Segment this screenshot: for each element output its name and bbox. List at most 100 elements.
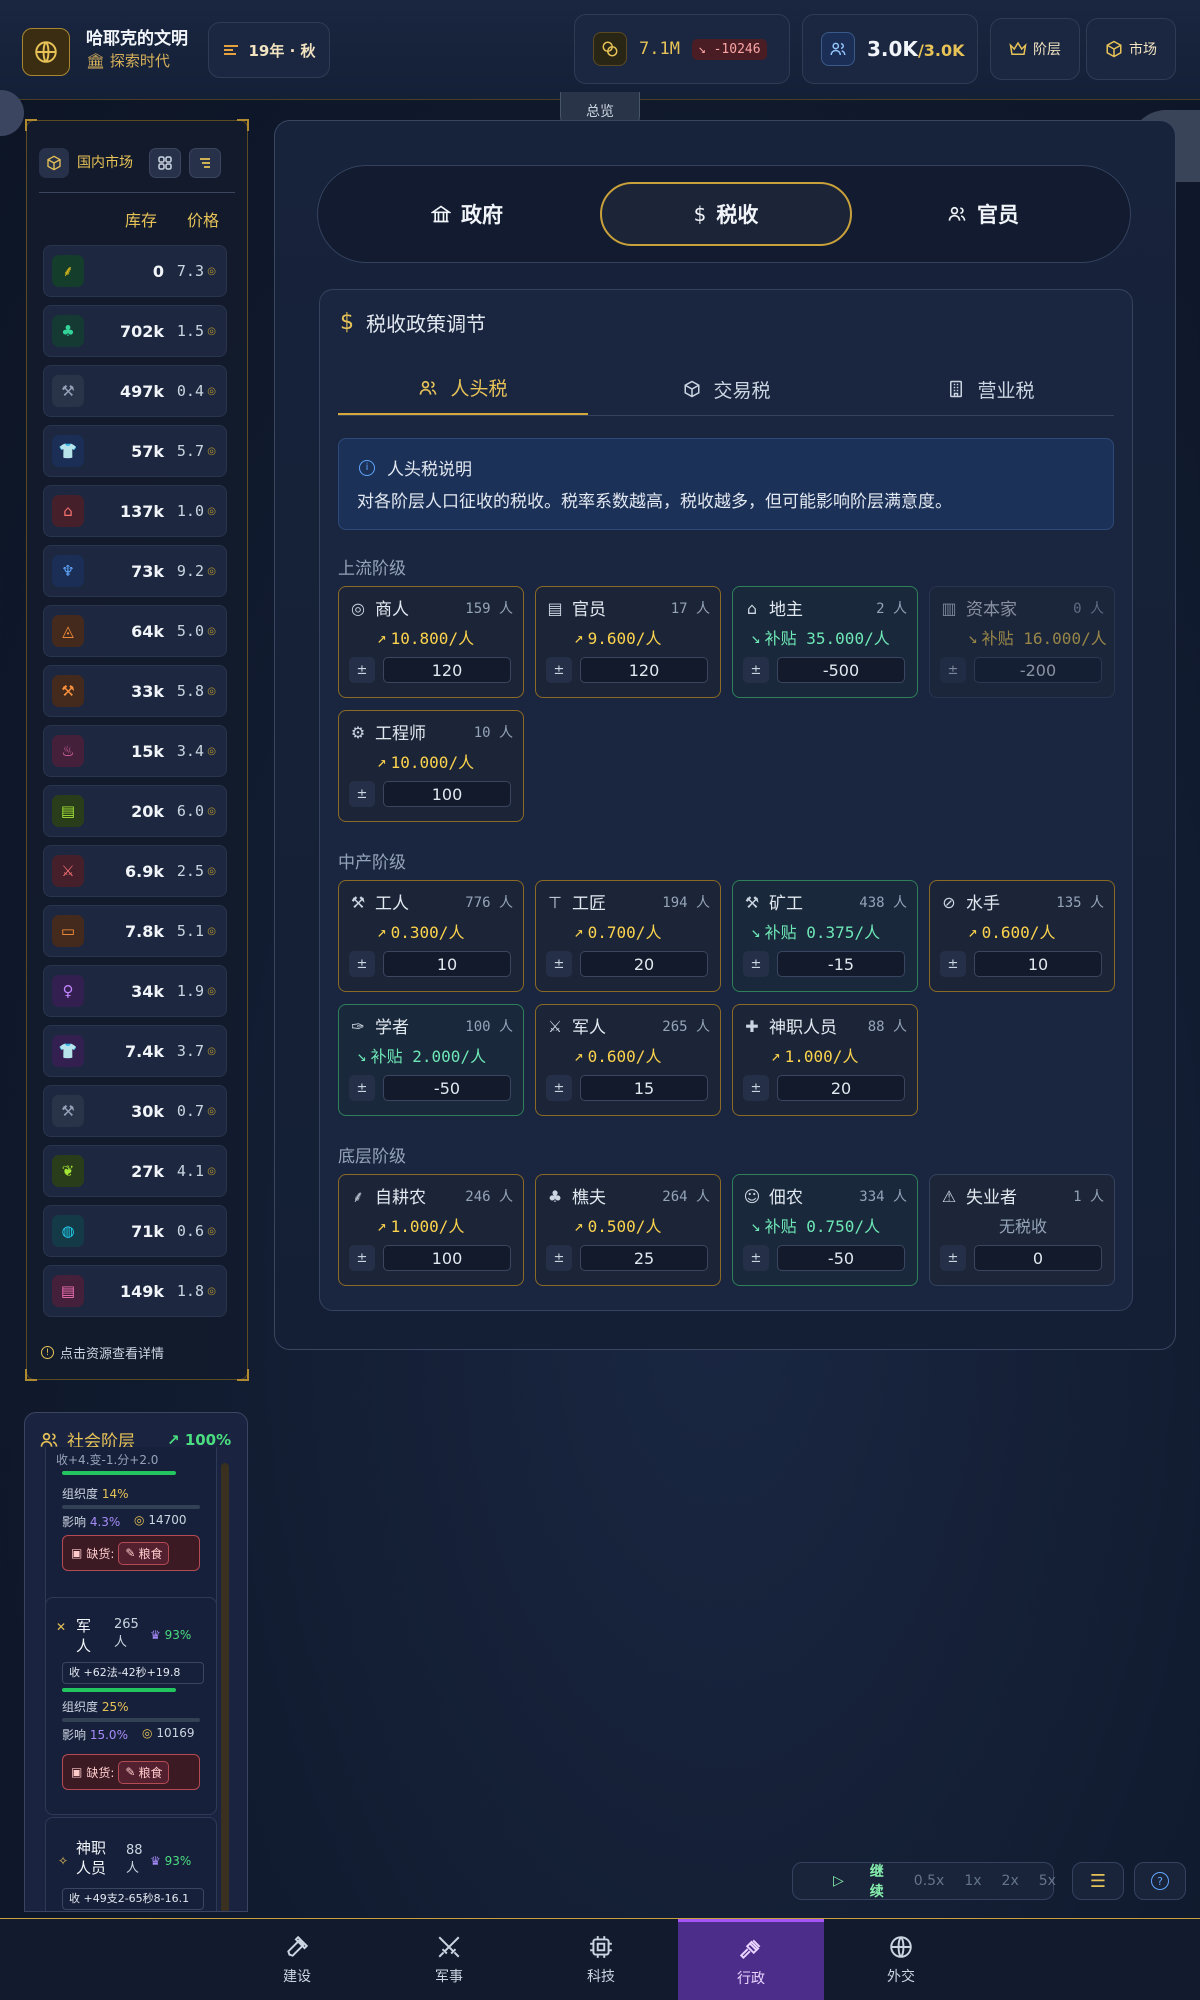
plus-minus-button[interactable]: ± [743,951,769,977]
resource-row[interactable]: ⚒ 497k 0.4 ◎ [43,365,227,417]
plus-minus-button[interactable]: ± [349,657,375,683]
subtab-trade-tax[interactable]: 交易税 [602,362,852,416]
tax-coefficient-input[interactable]: -50 [777,1245,905,1271]
tax-card-pickaxe[interactable]: ⚒ 矿工 438 人 ↘ 补贴 0.375/人 ± -15 [732,880,918,992]
plus-minus-button[interactable]: ± [940,951,966,977]
gold-pill[interactable]: 7.1M ↘ -10246 [574,14,790,84]
resource-row[interactable]: ⚒ 33k 5.8 ◎ [43,665,227,717]
help-button[interactable]: ? [1134,1862,1186,1900]
tax-card-feather[interactable]: ✑ 学者 100 人 ↘ 补贴 2.000/人 ± -50 [338,1004,524,1116]
tax-card-crossed-swords[interactable]: ⚔ 军人 265 人 ↗ 0.600/人 ±15 [535,1004,721,1116]
tax-card-cross[interactable]: ✚ 神职人员 88 人 ↗ 1.000/人 ±20 [732,1004,918,1116]
tax-coefficient-input[interactable]: 100 [383,781,511,807]
resource-row[interactable]: ♆ 73k 9.2 ◎ [43,545,227,597]
speed-2x-button[interactable]: 2x [992,1873,1029,1889]
tax-card-compass[interactable]: ⊘ 水手 135 人 ↗ 0.600/人 ±10 [929,880,1115,992]
nav-military[interactable]: 军事 [376,1919,522,2000]
resume-button[interactable]: ▷ 继续 [793,1861,904,1901]
resource-row[interactable]: ◬ 64k 5.0 ◎ [43,605,227,657]
tax-card-wheat[interactable]: ⸙ 自耕农 246 人 ↗ 1.000/人 ±100 [338,1174,524,1286]
strata-scrollbar[interactable] [221,1463,229,1911]
resource-row[interactable]: 👕 57k 5.7 ◎ [43,425,227,477]
strata-card-soldier[interactable]: ✕ 军人 265 人 ♛ 93% 收 +62法-42秒+19.8 组织度 25%… [45,1597,217,1815]
plus-minus-button[interactable]: ± [349,951,375,977]
menu-button[interactable]: ☰ [1072,1862,1124,1900]
speed-5x-button[interactable]: 5x [1029,1873,1066,1889]
tax-card-factory[interactable]: ▥ 资本家 0 人 ↘ 补贴 16.000/人 ± -200 [929,586,1115,698]
plus-minus-button[interactable]: ± [546,1075,572,1101]
tax-card-cog[interactable]: ⚙ 工程师 10 人 ↗ 10.000/人 ±100 [338,710,524,822]
resource-row[interactable]: ⚒ 30k 0.7 ◎ [43,1085,227,1137]
shortage-button[interactable]: ▣ 缺货: ✎ 粮食 [62,1754,200,1790]
population-pill[interactable]: 3.0K/3.0K [802,14,978,84]
resource-row[interactable]: ♨ 15k 3.4 ◎ [43,725,227,777]
speed-0-5x-button[interactable]: 0.5x [904,1873,955,1889]
tab-officials[interactable]: 官员 [874,182,1092,246]
resource-row[interactable]: ♀ 34k 1.9 ◎ [43,965,227,1017]
resource-row[interactable]: ❦ 27k 4.1 ◎ [43,1145,227,1197]
resource-row[interactable]: ▭ 7.8k 5.1 ◎ [43,905,227,957]
subtab-business-tax[interactable]: 营业税 [866,362,1116,416]
tax-coefficient-input[interactable]: -500 [777,657,905,683]
tax-coefficient-input[interactable]: 10 [974,951,1102,977]
tab-government[interactable]: 政府 [358,182,576,246]
speed-1x-button[interactable]: 1x [954,1873,991,1889]
gold-delta: ↘ -10246 [691,38,767,60]
nav-tech[interactable]: 科技 [528,1919,674,2000]
resource-row[interactable]: ⌂ 137k 1.0 ◎ [43,485,227,537]
date-pill[interactable]: 19年 · 秋 [208,22,330,78]
tax-card-users[interactable]: ☺ 佃农 334 人 ↘ 补贴 0.750/人 ± -50 [732,1174,918,1286]
plus-minus-button[interactable]: ± [743,1075,769,1101]
plus-minus-button[interactable]: ± [940,1245,966,1271]
era-text: 探索时代 [109,52,170,70]
tax-card-hammer[interactable]: ⚒ 工人 776 人 ↗ 0.300/人 ±10 [338,880,524,992]
tax-coefficient-input[interactable]: 20 [580,951,708,977]
tab-tax[interactable]: $ 税收 [600,182,852,246]
tax-coefficient-input[interactable]: 20 [777,1075,905,1101]
tax-coefficient-input[interactable]: 120 [580,657,708,683]
tax-coefficient-input[interactable]: 25 [580,1245,708,1271]
resource-row[interactable]: ⚔ 6.9k 2.5 ◎ [43,845,227,897]
subtab-head-tax[interactable]: 人头税 [338,362,588,416]
tax-card-anvil[interactable]: ⊤ 工匠 194 人 ↗ 0.700/人 ±20 [535,880,721,992]
plus-minus-button[interactable]: ± [743,657,769,683]
tax-coefficient-input[interactable]: 120 [383,657,511,683]
list-view-button[interactable] [189,147,221,178]
plus-minus-button[interactable]: ± [349,781,375,807]
nav-build[interactable]: 建设 [224,1919,370,2000]
plus-minus-button[interactable]: ± [546,951,572,977]
resource-row[interactable]: ▤ 20k 6.0 ◎ [43,785,227,837]
civ-logo-icon[interactable] [22,28,70,76]
resource-row[interactable]: 👕 7.4k 3.7 ◎ [43,1025,227,1077]
tax-card-tree[interactable]: ♣ 樵夫 264 人 ↗ 0.500/人 ±25 [535,1174,721,1286]
tax-coefficient-input[interactable]: 0 [974,1245,1102,1271]
resource-row[interactable]: ⸙ 0 7.3 ◎ [43,245,227,297]
plus-minus-button[interactable]: ± [940,657,966,683]
tax-coefficient-input[interactable]: 10 [383,951,511,977]
plus-minus-button[interactable]: ± [546,1245,572,1271]
strata-card-cleric[interactable]: ✧ 神职人员 88 人 ♛ 93% 收 +49支2-65秒8-16.1 [45,1817,217,1911]
tax-coefficient-input[interactable]: -50 [383,1075,511,1101]
resource-row[interactable]: ▤ 149k 1.8 ◎ [43,1265,227,1317]
plus-minus-button[interactable]: ± [743,1245,769,1271]
nav-diplomacy[interactable]: 外交 [828,1919,974,2000]
tax-coefficient-input[interactable]: -15 [777,951,905,977]
resource-row[interactable]: ◍ 71k 0.6 ◎ [43,1205,227,1257]
tax-coefficient-input[interactable]: -200 [974,657,1102,683]
tax-card-scroll[interactable]: ▤ 官员 17 人 ↗ 9.600/人 ±120 [535,586,721,698]
resource-row[interactable]: ♣ 702k 1.5 ◎ [43,305,227,357]
tax-card-store[interactable]: ⌂ 地主 2 人 ↘ 补贴 35.000/人 ± -500 [732,586,918,698]
tax-card-warning[interactable]: ⚠ 失业者 1 人无税收 ±0 [929,1174,1115,1286]
tax-card-coins[interactable]: ◎ 商人 159 人 ↗ 10.800/人 ±120 [338,586,524,698]
grid-view-button[interactable] [149,147,181,178]
coins-icon [593,32,627,66]
tax-coefficient-input[interactable]: 100 [383,1245,511,1271]
plus-minus-button[interactable]: ± [349,1245,375,1271]
plus-minus-button[interactable]: ± [546,657,572,683]
nav-admin[interactable]: 行政 [678,1919,824,2000]
tax-coefficient-input[interactable]: 15 [580,1075,708,1101]
market-button[interactable]: 市场 [1086,18,1176,80]
shortage-button[interactable]: ▣ 缺货: ✎ 粮食 [62,1535,200,1571]
strata-button[interactable]: 阶层 [990,18,1080,80]
plus-minus-button[interactable]: ± [349,1075,375,1101]
